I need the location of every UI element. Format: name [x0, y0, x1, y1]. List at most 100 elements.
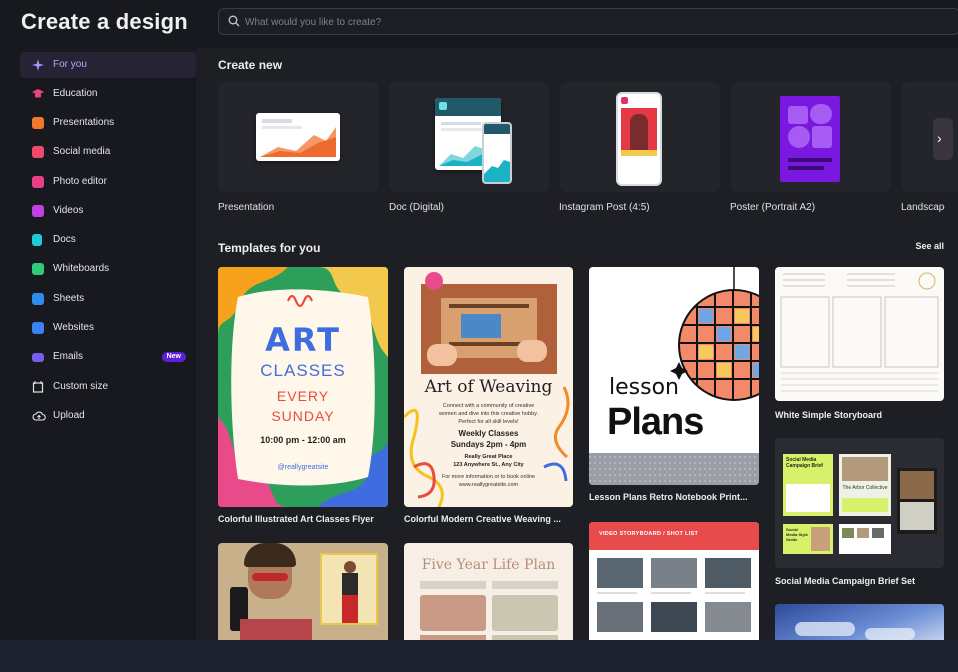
campaign-card-1-title: Social Media Campaign Brief — [786, 457, 823, 469]
campaign-card-4: Social Media Style Guide — [783, 524, 833, 554]
create-poster-label: Poster (Portrait A2) — [730, 202, 816, 213]
art-time: 10:00 pm - 12:00 am — [260, 435, 346, 445]
presentation-icon — [32, 117, 44, 129]
sidebar: For you Education Presentations Social m… — [0, 48, 198, 640]
template-lesson-plans[interactable]: lesson Plans — [589, 267, 759, 485]
campaign-card-2-title: The Arbor Collective — [842, 485, 888, 491]
sidebar-item-websites[interactable]: Websites — [20, 315, 196, 341]
page-title: Create a design — [21, 9, 188, 34]
new-badge: New — [161, 352, 186, 362]
lesson-plans-word: Plans — [607, 401, 704, 443]
sunglasses — [252, 573, 288, 581]
template-label: White Simple Storyboard — [775, 410, 883, 420]
sidebar-item-label: Upload — [53, 410, 85, 421]
sidebar-item-social-media[interactable]: Social media — [20, 139, 196, 165]
presentation-thumbnail — [256, 113, 340, 161]
template-label: Colorful Modern Creative Weaving ... — [404, 514, 561, 524]
create-landscape-label: Landscape — [901, 202, 945, 213]
weaving-time: Sundays 2pm - 4pm — [450, 440, 527, 449]
sidebar-item-photo-editor[interactable]: Photo editor — [20, 169, 196, 195]
template-five-year-plan[interactable]: Five Year Life Plan — [404, 543, 573, 640]
main-content: Create new Presentation Doc (Digital) In… — [199, 48, 958, 640]
sidebar-item-label: Emails — [53, 351, 84, 362]
see-all-link[interactable]: See all — [915, 241, 944, 251]
create-presentation-card[interactable] — [218, 82, 378, 192]
template-storyboard[interactable] — [775, 267, 944, 401]
template-label: Colorful Illustrated Art Classes Flyer — [218, 514, 374, 524]
template-label: Lesson Plans Retro Notebook Print... — [589, 492, 748, 502]
whiteboard-icon — [32, 263, 44, 275]
sidebar-item-label: Docs — [53, 234, 76, 245]
model-hair — [244, 543, 296, 567]
search-box[interactable] — [218, 8, 958, 35]
sidebar-item-presentations[interactable]: Presentations — [20, 110, 196, 136]
model-top — [240, 619, 312, 640]
sidebar-item-label: Sheets — [53, 293, 85, 304]
art-title: ART — [265, 321, 341, 359]
life-plan-title: Five Year Life Plan — [421, 557, 556, 573]
video-storyboard-title: VIDEO STORYBOARD / SHOT LIST — [599, 531, 699, 537]
sidebar-item-sheets[interactable]: Sheets — [20, 286, 196, 312]
sidebar-item-label: Whiteboards — [53, 263, 110, 274]
template-art-of-weaving[interactable]: Art of Weaving Connect with a community … — [404, 267, 573, 507]
weaving-info: For more information or to book online — [441, 474, 536, 480]
email-icon — [32, 353, 44, 362]
lesson-word: lesson — [609, 375, 679, 400]
create-presentation-label: Presentation — [218, 202, 275, 213]
art-handle: @reallygreatsite — [277, 464, 329, 471]
weaving-classes: Weekly Classes — [458, 429, 519, 438]
weaving-site: www.reallygreatsite.com — [458, 482, 519, 488]
scroll-right-button[interactable]: › — [933, 118, 953, 160]
create-instagram-label: Instagram Post (4:5) — [559, 202, 650, 213]
video-icon — [32, 205, 44, 217]
sparkle-icon — [32, 59, 44, 71]
create-poster-card[interactable] — [731, 82, 891, 192]
search-icon — [228, 15, 240, 27]
sidebar-item-custom-size[interactable]: Custom size — [20, 374, 196, 400]
template-label: Social Media Campaign Brief Set — [775, 576, 916, 586]
graduation-cap-icon — [32, 89, 44, 98]
sidebar-item-for-you[interactable]: For you — [20, 52, 196, 78]
weaving-address: 123 Anywhere St., Any City — [453, 462, 524, 468]
template-video-storyboard[interactable]: VIDEO STORYBOARD / SHOT LIST — [589, 522, 759, 640]
camera-icon — [32, 176, 44, 188]
inset-photo — [320, 553, 378, 625]
campaign-card-3 — [897, 468, 937, 534]
campaign-card-2: The Arbor Collective — [839, 454, 891, 516]
sidebar-item-label: Videos — [53, 205, 84, 216]
campaign-card-4-title: Social Media Style Guide — [786, 527, 809, 542]
sidebar-item-education[interactable]: Education — [20, 81, 196, 107]
chevron-right-icon: › — [937, 130, 942, 146]
create-new-heading: Create new — [218, 58, 283, 72]
website-icon — [32, 322, 44, 334]
sidebar-item-videos[interactable]: Videos — [20, 198, 196, 224]
create-instagram-post-card[interactable] — [560, 82, 720, 192]
sidebar-item-docs[interactable]: Docs — [20, 227, 196, 253]
doc-mobile-thumbnail — [482, 122, 512, 184]
template-art-classes[interactable]: ART CLASSES EVERY SUNDAY 10:00 pm - 12:0… — [218, 267, 388, 507]
template-photo-collage[interactable] — [218, 543, 388, 640]
template-social-media-campaign[interactable]: Social Media Campaign Brief The Arbor Co… — [775, 438, 944, 568]
art-sunday: SUNDAY — [271, 408, 335, 424]
campaign-card-5 — [839, 524, 891, 554]
weaving-place: Really Great Place — [464, 454, 513, 460]
sidebar-item-label: Social media — [53, 146, 111, 157]
sidebar-item-label: Education — [53, 88, 98, 99]
campaign-card-1: Social Media Campaign Brief — [783, 454, 833, 516]
doc-icon — [32, 234, 42, 246]
sidebar-item-label: Photo editor — [53, 176, 107, 187]
create-doc-card[interactable] — [389, 82, 549, 192]
create-doc-label: Doc (Digital) — [389, 202, 445, 213]
sidebar-item-upload[interactable]: Upload — [20, 403, 196, 429]
app-window: Create a design For you Education Presen… — [0, 0, 958, 640]
templates-heading: Templates for you — [218, 241, 321, 255]
template-sky-photo[interactable] — [775, 604, 944, 640]
art-every: EVERY — [276, 388, 330, 404]
search-input[interactable] — [245, 13, 745, 31]
art-subtitle: CLASSES — [260, 361, 346, 380]
sidebar-item-whiteboards[interactable]: Whiteboards — [20, 256, 196, 282]
sidebar-item-emails[interactable]: Emails New — [20, 344, 196, 370]
custom-size-icon — [32, 381, 44, 393]
weaving-body: Connect with a community of creative wom… — [439, 403, 538, 425]
poster-thumbnail — [780, 96, 840, 182]
